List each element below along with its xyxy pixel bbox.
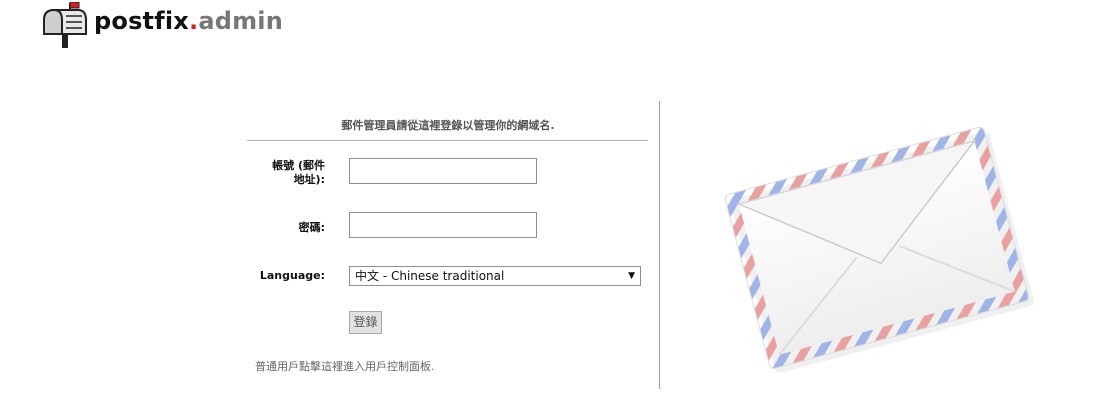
username-label-line2: 地址):	[293, 173, 325, 186]
username-field[interactable]	[349, 158, 537, 184]
language-label: Language:	[259, 269, 325, 282]
logo-text-postfix: postfix	[94, 7, 189, 35]
login-button[interactable]: 登錄	[349, 311, 382, 334]
language-select[interactable]: 中文 - Chinese traditional ▼	[349, 266, 641, 286]
language-selected-value: 中文 - Chinese traditional	[355, 269, 505, 283]
logo-text-dot: .	[188, 7, 199, 35]
login-page: postfix.admin 郵件管理員請從這裡登錄以管理你的網域名. 帳號 (郵…	[0, 0, 1113, 404]
user-login-link[interactable]: 普通用戶點擊這裡進入用戶控制面板.	[255, 360, 435, 374]
mailbox-icon	[43, 2, 87, 48]
envelope-icon	[725, 126, 1034, 373]
logo-text-admin: admin	[198, 7, 284, 35]
login-form: 郵件管理員請從這裡登錄以管理你的網域名. 帳號 (郵件 地址): 密碼: Lan…	[247, 101, 660, 389]
heading-divider	[247, 140, 648, 141]
login-heading: 郵件管理員請從這裡登錄以管理你的網域名.	[341, 119, 555, 132]
password-label: 密碼:	[298, 221, 325, 234]
username-label: 帳號 (郵件 地址):	[235, 159, 325, 187]
logo-text: postfix.admin	[94, 6, 283, 36]
username-label-line1: 帳號 (郵件	[272, 159, 325, 172]
chevron-down-icon: ▼	[628, 271, 635, 281]
password-field[interactable]	[349, 212, 537, 238]
